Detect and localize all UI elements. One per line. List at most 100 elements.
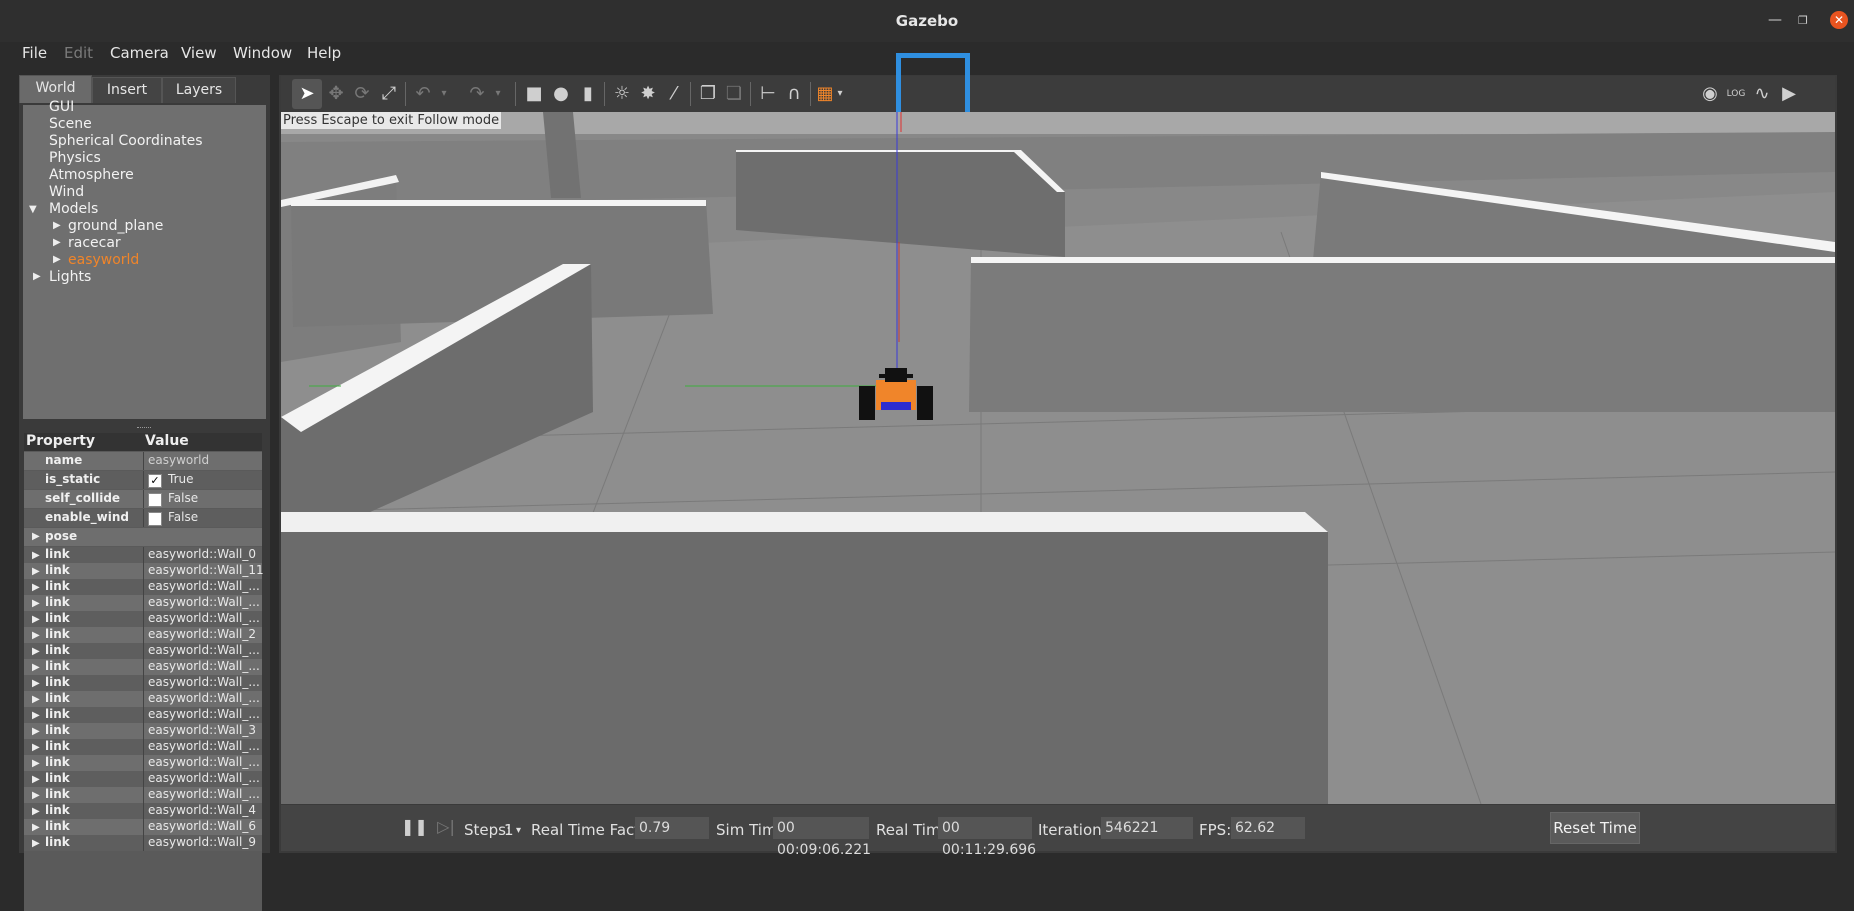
redo-icon[interactable]: ↷: [467, 84, 487, 104]
prop-row-link[interactable]: ▶ link easyworld::Wall_9: [24, 835, 262, 851]
spot-light-icon[interactable]: ✸: [638, 84, 658, 104]
chevron-right-icon[interactable]: ▶: [32, 646, 40, 657]
screenshot-camera-icon[interactable]: ◉: [1700, 84, 1720, 104]
box-shape-icon[interactable]: ■: [524, 84, 544, 104]
chevron-down-icon[interactable]: ▼: [29, 204, 37, 215]
menu-help[interactable]: Help: [307, 44, 341, 62]
log-icon[interactable]: LOG: [1726, 84, 1746, 104]
video-record-icon[interactable]: ▶: [1779, 84, 1799, 104]
step-icon[interactable]: ▷|: [436, 817, 456, 837]
enable-wind-checkbox[interactable]: [148, 512, 162, 526]
redo-dropdown-icon[interactable]: ▾: [488, 84, 508, 104]
chevron-right-icon[interactable]: ▶: [32, 614, 40, 625]
prop-row-link[interactable]: ▶ link easyworld::Wall_11: [24, 563, 264, 579]
prop-row-link[interactable]: ▶ link easyworld::Wall_...: [24, 707, 262, 723]
chevron-right-icon[interactable]: ▶: [33, 271, 41, 282]
chevron-right-icon[interactable]: ▶: [32, 550, 40, 561]
menu-edit[interactable]: Edit: [64, 44, 93, 62]
menu-camera[interactable]: Camera: [110, 44, 169, 62]
maximize-icon[interactable]: ❐: [1798, 14, 1808, 27]
tree-item-gui[interactable]: GUI: [49, 99, 74, 115]
prop-row-link[interactable]: ▶ link easyworld::Wall_...: [24, 787, 262, 803]
chevron-right-icon[interactable]: ▶: [32, 678, 40, 689]
chevron-right-icon[interactable]: ▶: [32, 758, 40, 769]
prop-row-link[interactable]: ▶ link easyworld::Wall_0: [24, 547, 262, 563]
chevron-right-icon[interactable]: ▶: [32, 598, 40, 609]
menu-file[interactable]: File: [22, 44, 47, 62]
chevron-right-icon[interactable]: ▶: [53, 254, 61, 265]
chevron-right-icon[interactable]: ▶: [32, 531, 40, 542]
prop-row-link[interactable]: ▶ link easyworld::Wall_...: [24, 579, 262, 595]
chevron-right-icon[interactable]: ▶: [32, 838, 40, 849]
tree-item-ground-plane[interactable]: ground_plane: [68, 218, 163, 234]
tab-insert[interactable]: Insert: [92, 77, 162, 103]
menu-view[interactable]: View: [181, 44, 217, 62]
chevron-right-icon[interactable]: ▶: [32, 582, 40, 593]
prop-row-link[interactable]: ▶ link easyworld::Wall_...: [24, 691, 262, 707]
prop-row-link[interactable]: ▶ link easyworld::Wall_...: [24, 739, 262, 755]
prop-row-link[interactable]: ▶ link easyworld::Wall_2: [24, 627, 262, 643]
self-collide-checkbox[interactable]: [148, 493, 162, 507]
directional-light-icon[interactable]: ⁄: [664, 84, 684, 104]
prop-row-link[interactable]: ▶ link easyworld::Wall_3: [24, 723, 262, 739]
prop-row-link[interactable]: ▶ link easyworld::Wall_...: [24, 659, 262, 675]
prop-row-link[interactable]: ▶ link easyworld::Wall_4: [24, 803, 262, 819]
cylinder-shape-icon[interactable]: ▮: [578, 84, 598, 104]
chevron-right-icon[interactable]: ▶: [32, 774, 40, 785]
3d-viewport[interactable]: Press Escape to exit Follow mode: [281, 112, 1835, 804]
chevron-right-icon[interactable]: ▶: [32, 566, 40, 577]
panel-splitter[interactable]: [137, 427, 151, 430]
point-light-icon[interactable]: ☼: [612, 84, 632, 104]
chevron-right-icon[interactable]: ▶: [32, 822, 40, 833]
tree-item-racecar[interactable]: racecar: [68, 235, 121, 251]
prop-row-link[interactable]: ▶ link easyworld::Wall_...: [24, 675, 262, 691]
prop-row-pose[interactable]: ▶ pose: [24, 528, 262, 546]
prop-row-link[interactable]: ▶ link easyworld::Wall_...: [24, 611, 262, 627]
tree-item-models[interactable]: Models: [49, 201, 98, 217]
tree-item-lights[interactable]: Lights: [49, 269, 91, 285]
chevron-right-icon[interactable]: ▶: [32, 662, 40, 673]
chevron-right-icon[interactable]: ▶: [32, 790, 40, 801]
copy-icon[interactable]: ❐: [698, 84, 718, 104]
undo-icon[interactable]: ↶: [413, 84, 433, 104]
steps-dropdown-icon[interactable]: ▾: [516, 825, 521, 836]
tree-item-atmosphere[interactable]: Atmosphere: [49, 167, 134, 183]
plot-icon[interactable]: ∿: [1752, 84, 1772, 104]
tree-item-easyworld[interactable]: easyworld: [68, 252, 139, 268]
chevron-right-icon[interactable]: ▶: [32, 726, 40, 737]
chevron-right-icon[interactable]: ▶: [53, 220, 61, 231]
minimize-icon[interactable]: —: [1768, 12, 1782, 28]
prop-row-link[interactable]: ▶ link easyworld::Wall_...: [24, 771, 262, 787]
scale-icon[interactable]: ⤢: [379, 84, 399, 104]
tree-item-physics[interactable]: Physics: [49, 150, 101, 166]
tab-layers[interactable]: Layers: [162, 77, 236, 103]
pause-icon[interactable]: ❚❚: [401, 817, 428, 837]
chevron-right-icon[interactable]: ▶: [32, 694, 40, 705]
tree-item-wind[interactable]: Wind: [49, 184, 84, 200]
tree-item-scene[interactable]: Scene: [49, 116, 92, 132]
rotate-icon[interactable]: ⟳: [352, 84, 372, 104]
chevron-right-icon[interactable]: ▶: [53, 237, 61, 248]
is-static-checkbox[interactable]: ✓: [148, 474, 162, 488]
chevron-right-icon[interactable]: ▶: [32, 742, 40, 753]
menu-window[interactable]: Window: [233, 44, 292, 62]
close-icon[interactable]: ✕: [1830, 11, 1848, 29]
view-angle-dropdown-icon[interactable]: ▾: [830, 84, 850, 104]
steps-value[interactable]: 1: [504, 821, 514, 839]
prop-row-link[interactable]: ▶ link easyworld::Wall_6: [24, 819, 262, 835]
prop-row-link[interactable]: ▶ link easyworld::Wall_...: [24, 643, 262, 659]
snap-magnet-icon[interactable]: ∩: [784, 84, 804, 104]
prop-row-link[interactable]: ▶ link easyworld::Wall_...: [24, 755, 262, 771]
align-icon[interactable]: ⊢: [758, 84, 778, 104]
translate-icon[interactable]: ✥: [326, 84, 346, 104]
chevron-right-icon[interactable]: ▶: [32, 630, 40, 641]
chevron-right-icon[interactable]: ▶: [32, 806, 40, 817]
sphere-shape-icon[interactable]: ●: [551, 84, 571, 104]
tree-item-spherical[interactable]: Spherical Coordinates: [49, 133, 203, 149]
undo-dropdown-icon[interactable]: ▾: [434, 84, 454, 104]
select-arrow-icon[interactable]: ➤: [297, 84, 317, 104]
prop-row-link[interactable]: ▶ link easyworld::Wall_...: [24, 595, 262, 611]
reset-time-button[interactable]: Reset Time: [1550, 812, 1640, 844]
chevron-right-icon[interactable]: ▶: [32, 710, 40, 721]
paste-icon[interactable]: ❏: [724, 84, 744, 104]
